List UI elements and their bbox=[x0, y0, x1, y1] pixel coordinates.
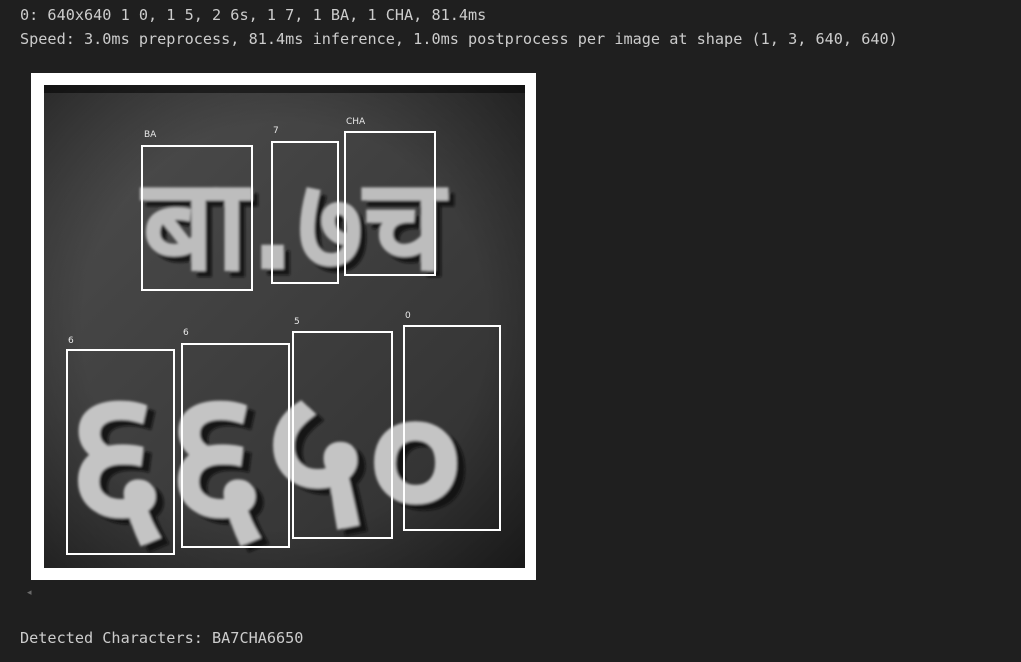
plate-bottom-text: ६६५० bbox=[66, 348, 465, 568]
inference-summary-line: 0: 640x640 1 0, 1 5, 2 6s, 1 7, 1 BA, 1 … bbox=[20, 6, 487, 24]
speed-line: Speed: 3.0ms preprocess, 81.4ms inferenc… bbox=[20, 30, 898, 48]
detection-label-0: 0 bbox=[405, 311, 411, 321]
detection-label-7: 7 bbox=[273, 126, 279, 136]
detection-label-5: 5 bbox=[294, 317, 300, 327]
triangle-left-icon[interactable]: ◂ bbox=[27, 588, 32, 598]
detection-image: बा.७च बा.७च ६६५० ६६५० BA 7 CHA 6 6 5 0 bbox=[44, 85, 525, 568]
detection-label-cha: CHA bbox=[346, 117, 366, 127]
detection-label-6a: 6 bbox=[68, 336, 74, 346]
detection-label-ba: BA bbox=[144, 130, 157, 140]
plate-top-text: बा.७च bbox=[140, 151, 449, 300]
detected-characters-line: Detected Characters: BA7CHA6650 bbox=[20, 629, 304, 647]
detection-label-6b: 6 bbox=[183, 328, 189, 338]
